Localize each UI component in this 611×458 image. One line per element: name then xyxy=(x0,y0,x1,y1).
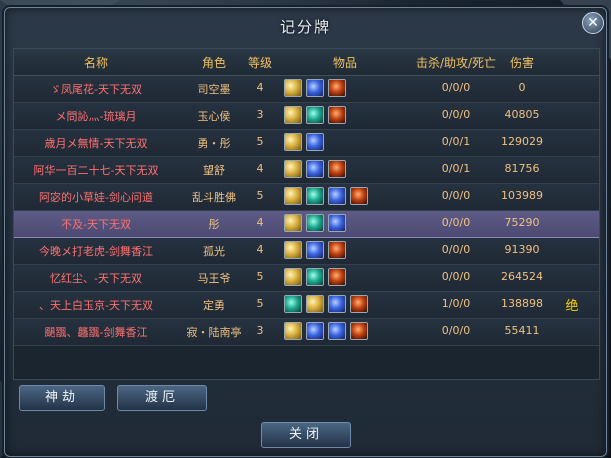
teal-item-icon[interactable] xyxy=(306,268,324,286)
table-row[interactable]: 不及-天下无双彤 4 0/0/0 75290 xyxy=(14,211,599,238)
window-title: 记分牌 xyxy=(279,18,331,36)
table-row[interactable]: 歳月メ無情-天下无双 勇・彤 5 0/0/1 129029 xyxy=(14,130,599,157)
player-level: 5 xyxy=(256,297,264,310)
table-row[interactable]: 忆红尘、-天下无双 马王爷 5 0/0/0 264524 xyxy=(14,265,599,292)
player-name: 忆红尘、-天下无双 xyxy=(50,272,142,285)
column-header-level: 等级 xyxy=(247,56,272,70)
blue-item-icon[interactable] xyxy=(328,214,346,232)
gold-item-icon[interactable] xyxy=(284,106,302,124)
column-header-damage: 伤害 xyxy=(509,56,534,70)
red-item-icon[interactable] xyxy=(328,241,346,259)
player-damage: 103989 xyxy=(501,189,543,202)
gold-item-icon[interactable] xyxy=(284,214,302,232)
column-header-items: 物品 xyxy=(332,56,357,70)
player-name: 阿华一百二十七-天下无双 xyxy=(33,164,159,177)
title-bar: 记分牌 xyxy=(5,8,606,42)
player-damage: 129029 xyxy=(501,135,543,148)
gold-item-icon[interactable] xyxy=(306,295,324,313)
player-kda: 0/0/0 xyxy=(441,324,471,337)
player-kda: 0/0/0 xyxy=(441,108,471,121)
red-item-icon[interactable] xyxy=(350,187,368,205)
player-kda: 1/0/0 xyxy=(441,297,471,310)
player-level: 5 xyxy=(256,189,264,202)
table-row[interactable]: 颶飁、龘飁-剑舞香江 寂・陆南亭 3 0/0/0 55411 xyxy=(14,319,599,346)
player-level: 5 xyxy=(256,270,264,283)
player-level: 3 xyxy=(256,108,264,121)
player-level: 5 xyxy=(256,135,264,148)
player-kda: 0/0/0 xyxy=(441,216,471,229)
table-row[interactable]: 阿宓的小草娃-剑心问道 乱斗胜佛 5 0/0/0 103989 xyxy=(14,184,599,211)
gold-item-icon[interactable] xyxy=(284,322,302,340)
blue-item-icon[interactable] xyxy=(306,241,324,259)
gold-item-icon[interactable] xyxy=(284,187,302,205)
red-item-icon[interactable] xyxy=(328,106,346,124)
player-kda: 0/0/1 xyxy=(441,135,471,148)
player-name: 颶飁、龘飁-剑舞香江 xyxy=(44,326,148,339)
table-row[interactable]: メ問訫灬-琉璃月 玉心侯 3 0/0/0 40805 xyxy=(14,103,599,130)
table-row[interactable]: 、天上白玉京-天下无双 定勇 5 1/0/0 138898 绝 xyxy=(14,292,599,319)
red-item-icon[interactable] xyxy=(328,160,346,178)
teal-item-icon[interactable] xyxy=(306,106,324,124)
player-kda: 0/0/0 xyxy=(441,81,471,94)
player-kda: 0/0/0 xyxy=(441,189,471,202)
blue-item-icon[interactable] xyxy=(328,187,346,205)
player-name: ゞ凤尾花-天下无双 xyxy=(50,83,142,96)
teal-item-icon[interactable] xyxy=(306,187,324,205)
blue-item-icon[interactable] xyxy=(306,133,324,151)
player-name: メ問訫灬-琉璃月 xyxy=(55,110,137,123)
teal-item-icon[interactable] xyxy=(306,214,324,232)
table-row[interactable]: 今晚メ打老虎-剑舞香江 孤光 4 0/0/0 91390 xyxy=(14,238,599,265)
player-level: 4 xyxy=(256,81,264,94)
player-damage: 55411 xyxy=(504,324,540,337)
table-row[interactable]: 阿华一百二十七-天下无双 望舒 4 0/0/1 81756 xyxy=(14,157,599,184)
player-level: 4 xyxy=(256,162,264,175)
gold-item-icon[interactable] xyxy=(284,133,302,151)
blue-item-icon[interactable] xyxy=(328,295,346,313)
red-item-icon[interactable] xyxy=(328,79,346,97)
player-level: 4 xyxy=(256,216,264,229)
player-damage: 40805 xyxy=(504,108,540,121)
red-item-icon[interactable] xyxy=(328,268,346,286)
blue-item-icon[interactable] xyxy=(306,160,324,178)
table-row[interactable]: ゞ凤尾花-天下无双 司空墨 4 0/0/0 0 xyxy=(14,76,599,103)
team-due-button[interactable]: 渡厄 xyxy=(117,385,207,411)
scoreboard-window: 记分牌 ✕ 名称 角色 等级 物品 击杀/助攻/死亡 伤害 ゞ凤尾花-天下无双司… xyxy=(4,7,607,457)
player-name: 阿宓的小草娃-剑心问道 xyxy=(39,191,153,204)
blue-item-icon[interactable] xyxy=(306,79,324,97)
red-item-icon[interactable] xyxy=(350,322,368,340)
player-name: 不及-天下无双 xyxy=(61,218,131,231)
column-header-name: 名称 xyxy=(83,56,108,70)
close-icon[interactable]: ✕ xyxy=(582,12,604,34)
column-header-kda: 击杀/助攻/死亡 xyxy=(415,56,497,70)
achievement-badge: 绝 xyxy=(565,299,579,311)
gold-item-icon[interactable] xyxy=(284,79,302,97)
player-damage: 75290 xyxy=(504,216,540,229)
table-header: 名称 角色 等级 物品 击杀/助攻/死亡 伤害 xyxy=(14,49,599,76)
player-damage: 91390 xyxy=(504,243,540,256)
player-damage: 0 xyxy=(518,81,526,94)
player-name: 、天上白玉京-天下无双 xyxy=(39,299,153,312)
player-damage: 81756 xyxy=(504,162,540,175)
gold-item-icon[interactable] xyxy=(284,160,302,178)
player-name: 歳月メ無情-天下无双 xyxy=(44,137,148,150)
player-damage: 264524 xyxy=(501,270,543,283)
blue-item-icon[interactable] xyxy=(306,322,324,340)
player-kda: 0/0/0 xyxy=(441,243,471,256)
player-damage: 138898 xyxy=(501,297,543,310)
player-level: 4 xyxy=(256,243,264,256)
scoreboard-table: 名称 角色 等级 物品 击杀/助攻/死亡 伤害 ゞ凤尾花-天下无双 司空墨 4 0/0… xyxy=(13,48,600,380)
teal-item-icon[interactable] xyxy=(284,295,302,313)
gold-item-icon[interactable] xyxy=(284,241,302,259)
gold-item-icon[interactable] xyxy=(284,268,302,286)
player-kda: 0/0/0 xyxy=(441,270,471,283)
blue-item-icon[interactable] xyxy=(328,322,346,340)
close-button[interactable]: 关闭 xyxy=(261,422,351,448)
team-shenjie-button[interactable]: 神劫 xyxy=(19,385,105,411)
player-level: 3 xyxy=(256,324,264,337)
red-item-icon[interactable] xyxy=(350,295,368,313)
player-name: 今晚メ打老虎-剑舞香江 xyxy=(39,245,153,258)
player-kda: 0/0/1 xyxy=(441,162,471,175)
